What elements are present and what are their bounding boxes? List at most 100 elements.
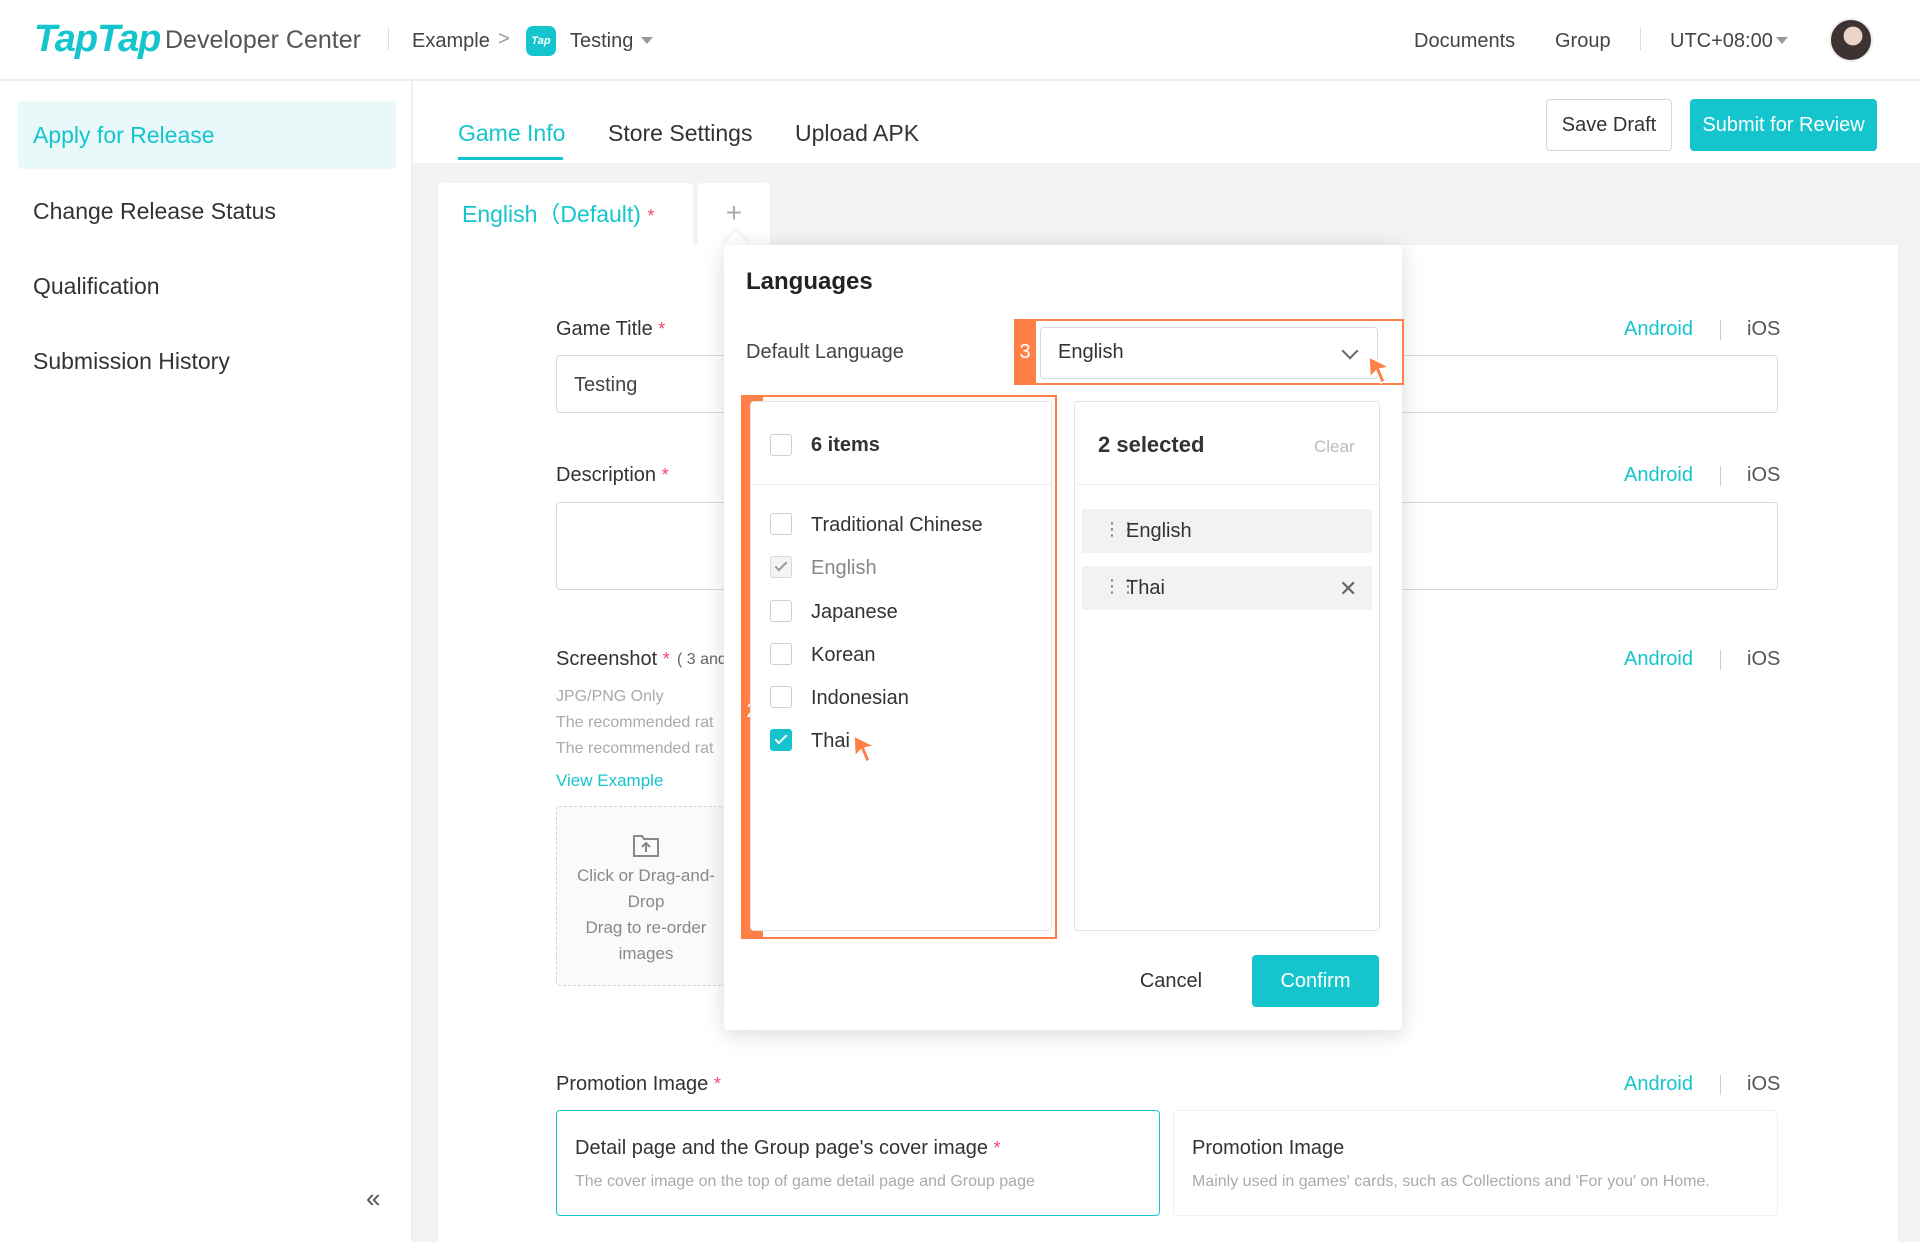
platform-separator	[1720, 466, 1721, 486]
cancel-button[interactable]: Cancel	[1120, 955, 1222, 1007]
submit-for-review-button[interactable]: Submit for Review	[1690, 99, 1877, 151]
option-traditional-chinese[interactable]: Traditional Chinese	[811, 514, 983, 537]
option-korean[interactable]: Korean	[811, 644, 876, 667]
breadcrumb-project[interactable]: Testing	[570, 30, 633, 53]
promo-card-cover-image[interactable]: Detail page and the Group page's cover i…	[556, 1110, 1160, 1216]
upload-instruction: Click or Drag-and-	[577, 866, 715, 885]
option-checkbox[interactable]	[770, 600, 792, 622]
default-language-label: Default Language	[746, 341, 904, 363]
breadcrumb-chevron-icon: >	[498, 28, 510, 50]
nav-group[interactable]: Group	[1555, 30, 1611, 53]
platform-ios-link[interactable]: iOS	[1747, 648, 1780, 671]
screenshot-hint: JPG/PNG Only	[556, 688, 664, 705]
header-divider	[1640, 28, 1641, 50]
header-divider	[388, 28, 389, 50]
promo-card-subtitle: The cover image on the top of game detai…	[575, 1173, 1035, 1190]
save-draft-button[interactable]: Save Draft	[1546, 99, 1672, 151]
platform-ios-link[interactable]: iOS	[1747, 464, 1780, 487]
platform-android-link[interactable]: Android	[1624, 464, 1693, 487]
check-icon	[774, 558, 788, 572]
upload-icon	[633, 835, 659, 857]
required-mark: *	[658, 319, 666, 339]
description-label: Description *	[556, 464, 669, 486]
required-mark: *	[993, 1138, 1001, 1158]
tab-upload-apk[interactable]: Upload APK	[795, 120, 919, 147]
language-source-list	[750, 401, 1052, 931]
selected-count: 2 selected	[1098, 432, 1205, 457]
promo-card-title: Detail page and the Group page's cover i…	[575, 1137, 1001, 1159]
view-example-link[interactable]: View Example	[556, 771, 663, 791]
default-language-value: English	[1058, 341, 1124, 363]
platform-ios-link[interactable]: iOS	[1747, 1073, 1780, 1096]
nav-documents[interactable]: Documents	[1414, 30, 1515, 53]
platform-separator	[1720, 320, 1721, 340]
language-selected-list	[1074, 401, 1380, 931]
screenshot-label: Screenshot *	[556, 648, 670, 670]
screenshot-count-note: ( 3 and	[677, 651, 727, 668]
step-3-tag: 3	[1014, 319, 1036, 385]
game-title-label: Game Title *	[556, 318, 666, 340]
option-thai[interactable]: Thai	[811, 730, 850, 753]
upload-instruction: Drop	[627, 892, 665, 911]
required-mark: *	[662, 649, 670, 669]
option-checkbox	[770, 556, 792, 578]
promo-card-title: Promotion Image	[1192, 1137, 1345, 1159]
promotion-image-label: Promotion Image *	[556, 1073, 721, 1095]
promo-card-promotion-image[interactable]: Promotion Image Mainly used in games' ca…	[1173, 1110, 1778, 1216]
screenshot-hint: The recommended rat	[556, 714, 714, 731]
divider	[1074, 484, 1380, 485]
sidebar-item-submission-history[interactable]: Submission History	[18, 327, 396, 395]
option-japanese[interactable]: Japanese	[811, 601, 898, 624]
tab-store-settings[interactable]: Store Settings	[608, 120, 752, 147]
remove-icon[interactable]: ✕	[1339, 576, 1357, 602]
active-tab-indicator	[458, 157, 563, 160]
option-checkbox[interactable]	[770, 686, 792, 708]
mouse-pointer-icon	[853, 734, 877, 764]
breadcrumb-example[interactable]: Example	[412, 30, 490, 53]
language-tab-label: English（Default)	[462, 201, 641, 227]
required-mark: *	[661, 465, 669, 485]
popup-title: Languages	[746, 268, 873, 295]
promo-card-subtitle: Mainly used in games' cards, such as Col…	[1192, 1173, 1710, 1190]
selected-item-label: Thai	[1126, 577, 1165, 599]
selected-item-label: English	[1126, 520, 1192, 542]
clear-button[interactable]: Clear	[1314, 437, 1355, 457]
platform-separator	[1720, 1075, 1721, 1095]
source-count: 6 items	[811, 434, 880, 456]
developer-center-title: Developer Center	[165, 26, 361, 54]
select-all-checkbox[interactable]	[770, 434, 792, 456]
upload-instruction: images	[618, 944, 674, 963]
top-header: TapTap Developer Center Example > Tap Te…	[0, 0, 1920, 80]
collapse-sidebar-icon[interactable]: «	[366, 1183, 380, 1214]
confirm-button[interactable]: Confirm	[1252, 955, 1379, 1007]
sidebar-item-apply-for-release[interactable]: Apply for Release	[18, 101, 396, 169]
taptap-logo[interactable]: TapTap	[34, 18, 161, 61]
required-mark: *	[647, 206, 655, 226]
app-badge-icon: Tap	[526, 26, 556, 56]
platform-android-link[interactable]: Android	[1624, 318, 1693, 341]
platform-android-link[interactable]: Android	[1624, 1073, 1693, 1096]
upload-instruction: Drag to re-order	[585, 918, 707, 937]
platform-separator	[1720, 650, 1721, 670]
check-icon	[774, 731, 788, 745]
mouse-pointer-icon	[1368, 355, 1392, 385]
platform-ios-link[interactable]: iOS	[1747, 318, 1780, 341]
sidebar-item-change-release-status[interactable]: Change Release Status	[18, 177, 396, 245]
divider	[750, 484, 1052, 485]
timezone-selector[interactable]: UTC+08:00	[1670, 30, 1773, 53]
screenshot-hint: The recommended rat	[556, 740, 714, 757]
platform-android-link[interactable]: Android	[1624, 648, 1693, 671]
option-checkbox[interactable]	[770, 513, 792, 535]
option-checkbox[interactable]	[770, 643, 792, 665]
tab-game-info[interactable]: Game Info	[458, 120, 565, 147]
project-caret-down-icon[interactable]	[641, 37, 653, 44]
game-title-value: Testing	[574, 374, 638, 396]
option-indonesian[interactable]: Indonesian	[811, 687, 909, 710]
sidebar-item-qualification[interactable]: Qualification	[18, 252, 396, 320]
user-avatar[interactable]	[1829, 18, 1873, 62]
timezone-caret-down-icon[interactable]	[1776, 37, 1788, 44]
option-checkbox[interactable]	[770, 729, 792, 751]
option-english: English	[811, 557, 877, 579]
required-mark: *	[713, 1074, 721, 1094]
language-tab-english[interactable]: English（Default) *	[438, 183, 693, 245]
